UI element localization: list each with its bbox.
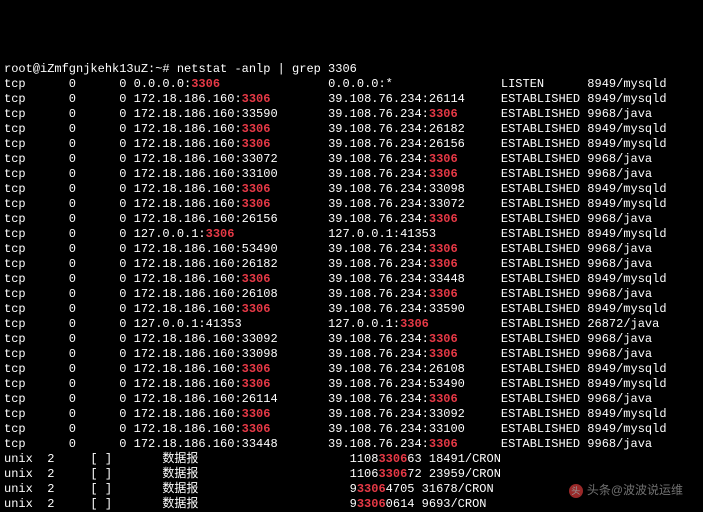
- netstat-row: tcp 0 0 172.18.186.160:3306 39.108.76.23…: [4, 92, 699, 107]
- netstat-row: tcp 0 0 172.18.186.160:26156 39.108.76.2…: [4, 212, 699, 227]
- netstat-row: tcp 0 0 172.18.186.160:3306 39.108.76.23…: [4, 197, 699, 212]
- netstat-unix-row: unix 2 [ ] 数据报 933064705 31678/CRON: [4, 482, 699, 497]
- netstat-row: tcp 0 0 172.18.186.160:33072 39.108.76.2…: [4, 152, 699, 167]
- netstat-row: tcp 0 0 172.18.186.160:26114 39.108.76.2…: [4, 392, 699, 407]
- terminal-output[interactable]: root@iZmfgnjkehk13uZ:~# netstat -anlp | …: [4, 62, 699, 512]
- netstat-row: tcp 0 0 172.18.186.160:3306 39.108.76.23…: [4, 182, 699, 197]
- netstat-row: tcp 0 0 172.18.186.160:3306 39.108.76.23…: [4, 272, 699, 287]
- netstat-row: tcp 0 0 172.18.186.160:33100 39.108.76.2…: [4, 167, 699, 182]
- netstat-row: tcp 0 0 172.18.186.160:3306 39.108.76.23…: [4, 407, 699, 422]
- shell-prompt-line: root@iZmfgnjkehk13uZ:~# netstat -anlp | …: [4, 62, 699, 77]
- netstat-row: tcp 0 0 172.18.186.160:33590 39.108.76.2…: [4, 107, 699, 122]
- netstat-row: tcp 0 0 127.0.0.1:3306 127.0.0.1:41353 E…: [4, 227, 699, 242]
- netstat-row: tcp 0 0 172.18.186.160:3306 39.108.76.23…: [4, 302, 699, 317]
- netstat-unix-row: unix 2 [ ] 数据报 1108330663 18491/CRON: [4, 452, 699, 467]
- netstat-row: tcp 0 0 172.18.186.160:26108 39.108.76.2…: [4, 287, 699, 302]
- netstat-row: tcp 0 0 172.18.186.160:3306 39.108.76.23…: [4, 422, 699, 437]
- netstat-row: tcp 0 0 0.0.0.0:3306 0.0.0.0:* LISTEN 89…: [4, 77, 699, 92]
- netstat-row: tcp 0 0 172.18.186.160:33092 39.108.76.2…: [4, 332, 699, 347]
- netstat-row: tcp 0 0 172.18.186.160:3306 39.108.76.23…: [4, 362, 699, 377]
- netstat-row: tcp 0 0 172.18.186.160:3306 39.108.76.23…: [4, 122, 699, 137]
- netstat-row: tcp 0 0 172.18.186.160:33448 39.108.76.2…: [4, 437, 699, 452]
- netstat-unix-row: unix 2 [ ] 数据报 933060614 9693/CRON: [4, 497, 699, 512]
- netstat-row: tcp 0 0 172.18.186.160:26182 39.108.76.2…: [4, 257, 699, 272]
- netstat-row: tcp 0 0 172.18.186.160:53490 39.108.76.2…: [4, 242, 699, 257]
- netstat-row: tcp 0 0 172.18.186.160:3306 39.108.76.23…: [4, 377, 699, 392]
- netstat-row: tcp 0 0 172.18.186.160:33098 39.108.76.2…: [4, 347, 699, 362]
- netstat-unix-row: unix 2 [ ] 数据报 1106330672 23959/CRON: [4, 467, 699, 482]
- netstat-row: tcp 0 0 127.0.0.1:41353 127.0.0.1:3306 E…: [4, 317, 699, 332]
- netstat-row: tcp 0 0 172.18.186.160:3306 39.108.76.23…: [4, 137, 699, 152]
